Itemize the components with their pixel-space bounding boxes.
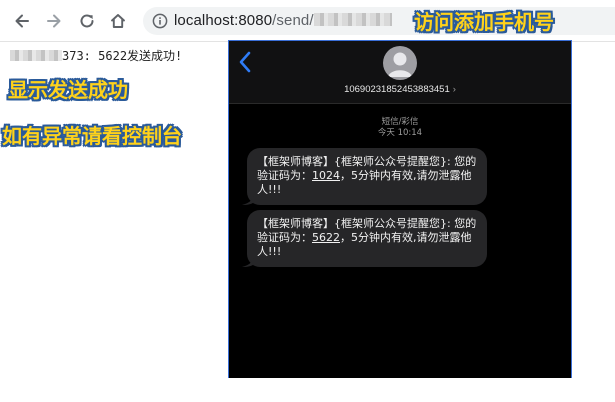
- home-icon: [111, 14, 125, 28]
- person-icon: [388, 52, 412, 77]
- verification-code-link[interactable]: 5622: [312, 231, 340, 244]
- result-message: 5622发送成功!: [98, 49, 183, 63]
- redacted-phone-number: [313, 13, 392, 26]
- verification-code-link[interactable]: 1024: [312, 169, 340, 182]
- back-button[interactable]: [11, 10, 33, 32]
- conversation-header: 10690231852453883451 ›: [229, 41, 571, 104]
- arrow-right-icon: [47, 14, 61, 28]
- home-button[interactable]: [107, 10, 129, 32]
- send-result-text: 373: 5622发送成功!: [10, 47, 182, 64]
- reload-icon: [80, 14, 94, 28]
- url-host: localhost:8080: [174, 12, 273, 29]
- annotation-success-note: 显示发送成功: [8, 78, 128, 102]
- message-bubble[interactable]: 【框架师博客】{框架师公众号提醒您}: 您的验证码为：1024，5分钟内有效,请…: [242, 148, 487, 205]
- annotation-url-note: 访问添加手机号: [414, 10, 554, 34]
- reload-button[interactable]: [76, 10, 98, 32]
- bubble-tail: [242, 255, 254, 267]
- chevron-left-icon[interactable]: [238, 51, 252, 73]
- phone-sms-screenshot: 10690231852453883451 › 短信/彩信 今天 10:14 【框架…: [229, 41, 571, 378]
- annotation-error-note: 如有异常请看控制台: [2, 124, 182, 148]
- info-icon[interactable]: [152, 13, 168, 29]
- page-bottom-area: [0, 378, 615, 402]
- sender-number[interactable]: 10690231852453883451 ›: [229, 84, 571, 95]
- contact-avatar[interactable]: [383, 46, 417, 80]
- redacted-phone-prefix: [10, 50, 62, 61]
- phone-suffix: 373:: [62, 49, 91, 63]
- forward-button[interactable]: [43, 10, 65, 32]
- url-path: /send/: [272, 12, 314, 29]
- sender-number-text: 10690231852453883451: [344, 84, 450, 95]
- message-timestamp: 今天 10:14: [377, 128, 423, 138]
- arrow-left-icon: [15, 14, 29, 28]
- message-bubble[interactable]: 【框架师博客】{框架师公众号提醒您}: 您的验证码为：5622，5分钟内有效,请…: [242, 210, 487, 267]
- bubble-tail: [242, 193, 254, 205]
- chevron-right-icon: ›: [452, 84, 456, 95]
- url-text[interactable]: localhost:8080/send/: [174, 12, 392, 29]
